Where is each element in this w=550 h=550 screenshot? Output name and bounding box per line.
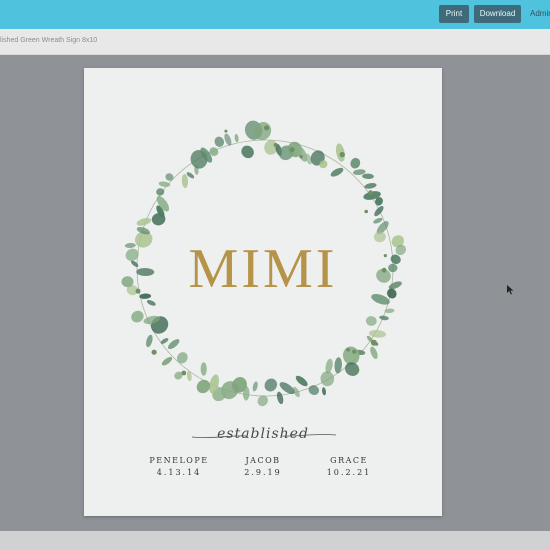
app-header: Print Download Admin — [0, 0, 550, 29]
sign-preview: MIMI established PENELOPE 4.13.14 JACOB … — [84, 68, 442, 516]
bottom-scroll-area[interactable] — [0, 531, 550, 550]
child-entry: GRACE 10.2.21 — [299, 456, 399, 477]
download-button[interactable]: Download — [474, 5, 521, 23]
print-button[interactable]: Print — [439, 5, 469, 23]
document-toolbar: lished Green Wreath Sign 8x10 — [0, 29, 550, 55]
child-date: 10.2.21 — [326, 468, 372, 477]
child-name: JACOB — [245, 456, 281, 465]
mouse-cursor-icon — [507, 285, 514, 295]
sign-main-name: MIMI — [188, 238, 338, 300]
child-entry: JACOB 2.9.19 — [213, 456, 313, 477]
children-list: PENELOPE 4.13.14 JACOB 2.9.19 GRACE 10.2… — [84, 456, 442, 486]
established-text: established — [217, 426, 309, 442]
child-date: 2.9.19 — [244, 468, 282, 477]
admin-link[interactable]: Admin — [530, 5, 550, 23]
document-title: lished Green Wreath Sign 8x10 — [0, 37, 98, 44]
child-name: GRACE — [330, 456, 368, 465]
